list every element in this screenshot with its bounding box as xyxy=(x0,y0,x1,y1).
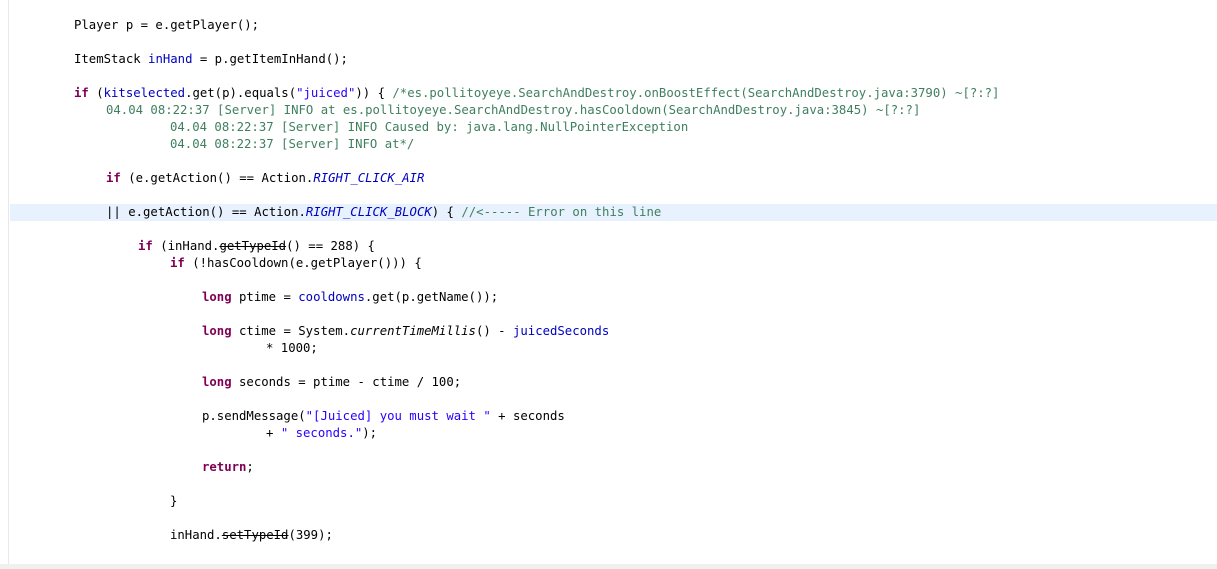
code-token: * 1000; xyxy=(266,341,318,355)
code-line[interactable]: if (e.getAction() == Action.RIGHT_CLICK_… xyxy=(10,170,1217,187)
code-token: ) { xyxy=(431,205,462,219)
code-token: if xyxy=(106,171,121,185)
code-line[interactable]: 04.04 08:22:37 [Server] INFO Caused by: … xyxy=(10,119,1217,136)
code-token: /*es.pollitoyeye.SearchAndDestroy.onBoos… xyxy=(392,86,1000,100)
code-editor[interactable]: Player p = e.getPlayer(); ItemStack inHa… xyxy=(10,0,1217,564)
code-token: " seconds." xyxy=(280,426,363,440)
code-token: "[Juiced] you must wait " xyxy=(305,409,491,423)
code-token: .get(p.getName()); xyxy=(364,290,499,304)
code-token: Player p = e.getPlayer(); xyxy=(74,18,260,32)
code-line[interactable]: long ptime = cooldowns.get(p.getName()); xyxy=(10,289,1217,306)
code-token: (!hasCooldown(e.getPlayer())) { xyxy=(184,256,422,270)
code-token: seconds = ptime - ctime / 100; xyxy=(231,375,462,389)
code-token: ptime = xyxy=(231,290,299,304)
code-token: if xyxy=(138,239,153,253)
code-token: 04.04 08:22:37 [Server] INFO at es.polli… xyxy=(106,103,921,117)
code-line[interactable]: if (kitselected.get(p).equals("juiced"))… xyxy=(10,85,1217,102)
code-line[interactable]: p.sendMessage("[Juiced] you must wait " … xyxy=(10,408,1217,425)
code-token: .get(p).equals( xyxy=(185,86,297,100)
code-line[interactable]: if (!hasCooldown(e.getPlayer())) { xyxy=(10,255,1217,272)
code-line[interactable]: 04.04 08:22:37 [Server] INFO at es.polli… xyxy=(10,102,1217,119)
code-token: cooldowns xyxy=(298,290,365,304)
editor-bottom-border xyxy=(0,564,1217,569)
code-line[interactable]: ItemStack inHand = p.getItemInHand(); xyxy=(10,51,1217,68)
code-token: juicedSeconds xyxy=(512,324,610,338)
code-token: 04.04 08:22:37 [Server] INFO at*/ xyxy=(170,137,415,151)
code-token: (399); xyxy=(288,528,333,542)
code-token: )) { xyxy=(355,86,393,100)
code-token: (e.getAction() == Action. xyxy=(120,171,314,185)
code-token: + seconds xyxy=(490,409,565,423)
code-line[interactable]: long seconds = ptime - ctime / 100; xyxy=(10,374,1217,391)
code-token: } xyxy=(170,494,178,508)
code-token: RIGHT_CLICK_AIR xyxy=(313,171,425,185)
code-token: long xyxy=(202,375,232,389)
code-token: ); xyxy=(362,426,378,440)
code-line[interactable]: * 1000; xyxy=(10,340,1217,357)
code-line[interactable]: Player p = e.getPlayer(); xyxy=(10,17,1217,34)
code-line[interactable]: 04.04 08:22:37 [Server] INFO at*/ xyxy=(10,136,1217,153)
code-line[interactable]: if (inHand.getTypeId() == 288) { xyxy=(10,238,1217,255)
code-token: ; xyxy=(246,460,254,474)
code-token: RIGHT_CLICK_BLOCK xyxy=(305,205,432,219)
code-token: p.sendMessage( xyxy=(202,409,306,423)
code-token: (inHand. xyxy=(152,239,220,253)
code-token: + xyxy=(266,426,281,440)
code-token: //<----- Error on this line xyxy=(461,205,662,219)
code-line[interactable]: return; xyxy=(10,459,1217,476)
code-token: ( xyxy=(88,86,104,100)
code-token: || e.getAction() == Action. xyxy=(106,205,306,219)
code-token: return xyxy=(202,460,247,474)
code-line[interactable]: long ctime = System.currentTimeMillis() … xyxy=(10,323,1217,340)
code-token: ItemStack xyxy=(74,52,149,66)
code-token: inHand xyxy=(148,52,193,66)
code-line-current[interactable]: || e.getAction() == Action.RIGHT_CLICK_B… xyxy=(10,204,1217,221)
code-token: long xyxy=(202,290,232,304)
code-token: kitselected xyxy=(103,86,186,100)
code-token: if xyxy=(170,256,185,270)
code-token: if xyxy=(74,86,89,100)
code-token: currentTimeMillis xyxy=(350,324,476,338)
code-token: 04.04 08:22:37 [Server] INFO Caused by: … xyxy=(170,120,689,134)
code-token: setTypeId xyxy=(221,528,289,542)
code-token: inHand. xyxy=(170,528,222,542)
editor-gutter xyxy=(0,0,9,569)
code-line[interactable]: + " seconds."); xyxy=(10,425,1217,442)
code-line[interactable]: inHand.setTypeId(399); xyxy=(10,527,1217,544)
code-token: long xyxy=(202,324,232,338)
code-token: () == 288) { xyxy=(286,239,375,253)
code-token: "juiced" xyxy=(296,86,356,100)
code-line[interactable]: } xyxy=(10,493,1217,510)
code-token: getTypeId xyxy=(219,239,287,253)
code-token: () - xyxy=(475,324,513,338)
code-token: ctime = System. xyxy=(231,324,351,338)
code-token: = p.getItemInHand(); xyxy=(192,52,348,66)
